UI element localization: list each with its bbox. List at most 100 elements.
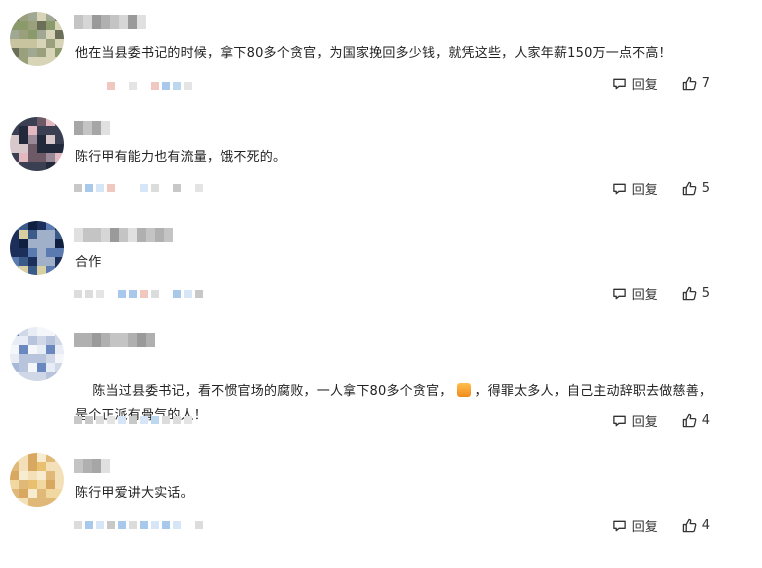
comment-text: 他在当县委书记的时候，拿下80多个贪官，为国家挽回多少钱，就凭这些，人家年薪15… (75, 46, 672, 61)
avatar-pixel (46, 162, 55, 171)
avatar-pixel (19, 39, 28, 48)
meta-pixel (195, 184, 203, 192)
avatar-pixel (10, 462, 19, 471)
avatar-pixel (55, 12, 64, 21)
comment-meta-blurred (74, 183, 203, 193)
avatar-pixel (46, 239, 55, 248)
avatar[interactable] (10, 453, 64, 507)
meta-pixel (140, 521, 148, 529)
username-blurred[interactable] (74, 333, 155, 347)
avatar-pixel (19, 363, 28, 372)
like-button[interactable]: 4 (682, 518, 710, 533)
avatar-pixel (10, 480, 19, 489)
avatar-pixel (19, 248, 28, 257)
meta-pixel (85, 416, 93, 424)
username-blurred[interactable] (74, 459, 110, 473)
meta-pixel (184, 416, 192, 424)
avatar-pixel (55, 462, 64, 471)
avatar-pixel (28, 57, 37, 66)
avatar-pixel (55, 480, 64, 489)
avatar-pixel (46, 345, 55, 354)
avatar-pixel (28, 345, 37, 354)
username-blurred[interactable] (74, 15, 146, 29)
like-button[interactable]: 4 (682, 413, 710, 428)
meta-pixel (118, 290, 126, 298)
comment-actions: 回复 7 (612, 74, 710, 93)
meta-pixel (107, 184, 115, 192)
avatar-pixel (37, 57, 46, 66)
avatar-pixel (10, 453, 19, 462)
avatar-pixel (28, 162, 37, 171)
avatar-pixel (55, 39, 64, 48)
avatar-pixel (37, 345, 46, 354)
meta-pixel (173, 82, 181, 90)
comment-meta-blurred (74, 520, 203, 530)
avatar-pixel (55, 248, 64, 257)
avatar-pixel (37, 135, 46, 144)
comment-actions: 回复 5 (612, 179, 710, 198)
avatar-pixel (28, 453, 37, 462)
reply-label: 回复 (631, 520, 658, 535)
reply-button[interactable]: 回复 (612, 179, 658, 198)
avatar-pixel (46, 372, 55, 381)
avatar-pixel (55, 257, 64, 266)
username-pixel (101, 333, 110, 347)
meta-pixel (107, 416, 115, 424)
avatar-pixel (10, 372, 19, 381)
avatar-pixel (10, 327, 19, 336)
avatar-pixel (19, 489, 28, 498)
avatar-pixel (37, 336, 46, 345)
meta-pixel (151, 521, 159, 529)
avatar[interactable] (10, 221, 64, 275)
avatar-pixel (55, 135, 64, 144)
avatar[interactable] (10, 327, 64, 381)
like-button[interactable]: 7 (682, 76, 710, 91)
username-pixel (119, 15, 128, 29)
reply-button[interactable]: 回复 (612, 74, 658, 93)
avatar-pixel (10, 266, 19, 275)
reply-button[interactable]: 回复 (612, 284, 658, 303)
avatar-pixel (46, 336, 55, 345)
username-pixel (92, 228, 101, 242)
username-pixel (74, 459, 83, 473)
avatar-pixel (10, 162, 19, 171)
reply-icon (612, 76, 627, 91)
username-pixel (92, 333, 101, 347)
reply-button[interactable]: 回复 (612, 516, 658, 535)
avatar-pixel (10, 39, 19, 48)
avatar-pixel (28, 489, 37, 498)
meta-pixel (118, 521, 126, 529)
comment-meta-blurred (74, 289, 203, 299)
meta-pixel (173, 290, 181, 298)
avatar-pixel (55, 153, 64, 162)
avatar-pixel (28, 153, 37, 162)
avatar-pixel (46, 453, 55, 462)
avatar-pixel (19, 336, 28, 345)
avatar-pixel (19, 21, 28, 30)
comment-text: 陈当过县委书记，看不惯官场的腐败，一人拿下80多个贪官， ，得罪太多人，自己主动辞… (75, 356, 722, 452)
avatar-pixel (37, 489, 46, 498)
like-button[interactable]: 5 (682, 286, 710, 301)
reply-button[interactable]: 回复 (612, 411, 658, 430)
avatar-pixel (10, 354, 19, 363)
username-blurred[interactable] (74, 228, 173, 242)
avatar-pixel (28, 471, 37, 480)
username-blurred[interactable] (74, 121, 110, 135)
avatar-pixel (10, 117, 19, 126)
avatar[interactable] (10, 117, 64, 171)
meta-pixel (195, 290, 203, 298)
meta-pixel (195, 521, 203, 529)
avatar[interactable] (10, 12, 64, 66)
like-button[interactable]: 5 (682, 181, 710, 196)
reply-label: 回复 (631, 288, 658, 303)
username-pixel (155, 228, 164, 242)
avatar-pixel (55, 327, 64, 336)
avatar-pixel (10, 239, 19, 248)
avatar-pixel (46, 266, 55, 275)
username-pixel (83, 121, 92, 135)
avatar-pixel (10, 336, 19, 345)
meta-pixel (107, 521, 115, 529)
avatar-pixel (55, 345, 64, 354)
avatar-pixel (37, 117, 46, 126)
meta-pixel (107, 82, 115, 90)
